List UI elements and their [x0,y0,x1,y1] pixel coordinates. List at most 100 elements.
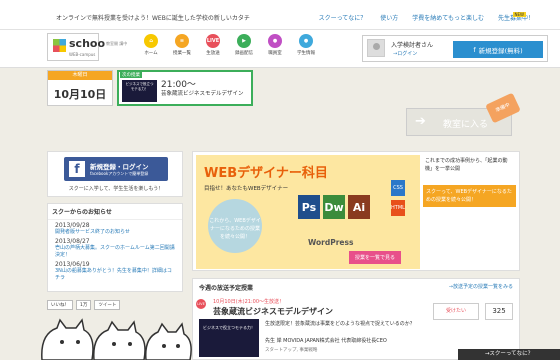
fb-title: 新規登録・ログイン [90,163,149,171]
pay-tuition-link[interactable]: 学費を納めてもっと楽しむ [412,13,484,22]
mascot-cats [41,318,192,360]
play-icon: ▶ [237,34,251,48]
social-buttons: いいね！ 1万 ツイート [47,300,121,310]
class-time: 10月10日(木)21:00〜生放送！ [213,299,285,305]
logo-sub: WEB-campus [69,52,96,57]
next-class-card[interactable]: 次の授業 ビジネスで役立つモテる力！ 21:00〜 芸象蔵流ビジネスモデルデザイ… [117,70,253,106]
list-item[interactable]: 2013/09/28 開発者版サービス終了のお知らせ [48,220,182,236]
software-tiles: Ps Dw Ai [298,195,370,219]
date: 10月10日 [53,88,107,101]
student-icon: ● [299,34,313,48]
news-text[interactable]: 3N山の船募集ありがとう！先生を募集中！詳細はコチラ [55,268,175,282]
list-icon: ≡ [175,34,189,48]
nav-staff[interactable]: ● 職員室 [262,34,288,56]
nav-recorded-label: 録画配信 [235,51,253,56]
class-desc: 生放送限定！芸象蔵流は事業をどのような視点で捉えているのか？ [265,321,415,327]
avatar [367,39,385,57]
next-class-thumb: ビジネスで役立つモテる力！ [122,80,157,102]
main-nav: ⌂ ホーム ≡ 授業一覧 LIVE 生放送 ▶ 録画配信 ● 職員室 ● 学生情報 [138,34,319,56]
live-badge: LIVE [196,299,206,309]
enter-room-label: 教室に入る [443,120,489,130]
new-badge: NEW [512,12,526,17]
signup-note: スクーに入学して、学生生活を楽しもう！ [68,186,164,192]
login-link[interactable]: →ログイン [393,50,417,57]
user-name: 入学検討者さん [391,42,434,49]
fb-sub: facebookアカウントで簡単登録 [90,171,149,176]
schoo-logo[interactable]: schoo WEB-campus [47,33,105,61]
feature-banner[interactable]: WEBデザイナー科目 目指せ！あなたもWEBデザイナー これから、WEBデザイナ… [192,151,520,271]
like-button[interactable]: いいね！ [47,300,73,310]
tweet-button[interactable]: ツイート [94,300,121,310]
signup-card: f 新規登録・ログイン facebookアカウントで簡単登録 スクーに入学して、… [47,151,183,197]
what-is-schoo-link[interactable]: スクーってなに？ [319,13,367,22]
nav-staff-label: 職員室 [268,51,282,56]
web-tech-icons: CSS HTML [391,180,405,216]
banner-side-cta[interactable]: スクーって、WEBデザイナーになるための授業を続々公開！ [423,185,516,207]
ad-circle-text: これから、WEBデザイナーになるための授業を続々公開！ [208,199,262,253]
dreamweaver-icon: Dw [323,195,345,219]
like-count: 1万 [76,300,92,310]
illustrator-icon: Ai [348,195,370,219]
ad-subtitle: 目指せ！あなたもWEBデザイナー [204,186,289,192]
class-thumb[interactable]: ビジネスで役立つモテる力！ [199,319,259,357]
nav-students-label: 学生情報 [297,51,315,56]
top-bar: オンラインで無料授業を受けよう！WEBに誕生した学校の新しいカタチ スクーってな… [0,0,560,30]
news-title: スクーからのお知らせ [48,204,182,220]
news-text[interactable]: 壱山の芦柄大募集。スクーのホームルーム第二回開講決定！ [55,245,175,259]
weekday: 木曜日 [48,71,112,80]
beta-label: 教室開 講中 [106,41,128,46]
next-class-tag: 次の授業 [120,72,142,78]
staff-icon: ● [268,34,282,48]
html5-icon: HTML [391,200,405,216]
news-date: 2013/09/28 [55,222,90,229]
facebook-login-button[interactable]: f 新規登録・ログイン facebookアカウントで簡単登録 [64,157,168,181]
logo-name: schoo [69,37,106,50]
today-date: 木曜日 10月10日 [47,70,113,106]
schedule-more-link[interactable]: →放送予定の授業一覧をみる [449,283,513,290]
wordpress-logo: WordPress [308,238,354,247]
arrow-right-icon: ➔ [415,114,426,129]
news-date: 2013/06/19 [55,261,90,268]
live-icon: LIVE [206,34,220,48]
want-to-take-button[interactable]: 受けたい [433,303,479,320]
home-icon: ⌂ [144,34,158,48]
class-speaker: 先生 岸 MOVIDA JAPAN株式会社 代表取締役社長CEO [265,338,387,344]
facebook-icon: f [69,161,85,177]
class-tags: スタートアップ, 事業戦略 [265,348,318,353]
news-text[interactable]: 開発者版サービス終了のお知らせ [55,229,175,236]
next-class-title: 芸象蔵流ビジネスモデルデザイン [161,91,244,97]
nav-live[interactable]: LIVE 生放送 [200,34,226,56]
list-item[interactable]: 2013/08/27 壱山の芦柄大募集。スクーのホームルーム第二回開講決定！ [48,236,182,259]
nav-home-label: ホーム [144,51,158,56]
schedule-box: 今週の放送予定授業 →放送予定の授業一覧をみる LIVE 10月10日(木)21… [192,278,520,360]
news-box: スクーからのお知らせ 2013/09/28 開発者版サービス終了のお知らせ 201… [47,203,183,292]
css3-icon: CSS [391,180,405,196]
view-classes-button[interactable]: 授業を一覧で見る [349,251,402,264]
schedule-header: 今週の放送予定授業 [199,285,254,292]
nav-classes-label: 授業一覧 [173,51,191,56]
preparing-badge: 準備中 [485,92,521,124]
web-designer-ad[interactable]: WEBデザイナー科目 目指せ！あなたもWEBデザイナー これから、WEBデザイナ… [196,155,420,269]
banner-side-text[interactable]: これまでの成功事例から、「起業の動機」を一挙公開 [423,155,516,175]
news-date: 2013/08/27 [55,238,90,245]
class-title[interactable]: 芸象蔵流ビジネスモデルデザイン [213,306,333,317]
ad-title: WEBデザイナー科目 [204,166,328,181]
top-links: スクーってなに？ 使い方 学費を納めてもっと楽しむ 先生募集中！ [319,13,534,22]
want-count: 325 [485,303,513,320]
fb-icon: f [473,45,476,54]
photoshop-icon: Ps [298,195,320,219]
login-box: 入学検討者さん →ログイン f 新規登録(無料) [362,35,548,62]
site-tagline: オンラインで無料授業を受けよう！WEBに誕生した学校の新しいカタチ [56,15,250,22]
nav-live-label: 生放送 [206,51,220,56]
nav-home[interactable]: ⌂ ホーム [138,34,164,56]
logo-mark-icon [53,39,66,52]
list-item[interactable]: 2013/06/19 3N山の船募集ありがとう！先生を募集中！詳細はコチラ [48,259,182,282]
how-to-use-link[interactable]: 使い方 [380,13,398,22]
nav-classes[interactable]: ≡ 授業一覧 [169,34,195,56]
nav-students[interactable]: ● 学生情報 [293,34,319,56]
nav-recorded[interactable]: ▶ 録画配信 [231,34,257,56]
banner-side: これまでの成功事例から、「起業の動機」を一挙公開 スクーって、WEBデザイナーに… [423,155,516,269]
register-label: 新規登録(無料) [478,46,523,55]
register-button[interactable]: f 新規登録(無料) [453,41,543,58]
what-is-schoo-bar[interactable]: →スクーってなに？ [458,349,560,360]
